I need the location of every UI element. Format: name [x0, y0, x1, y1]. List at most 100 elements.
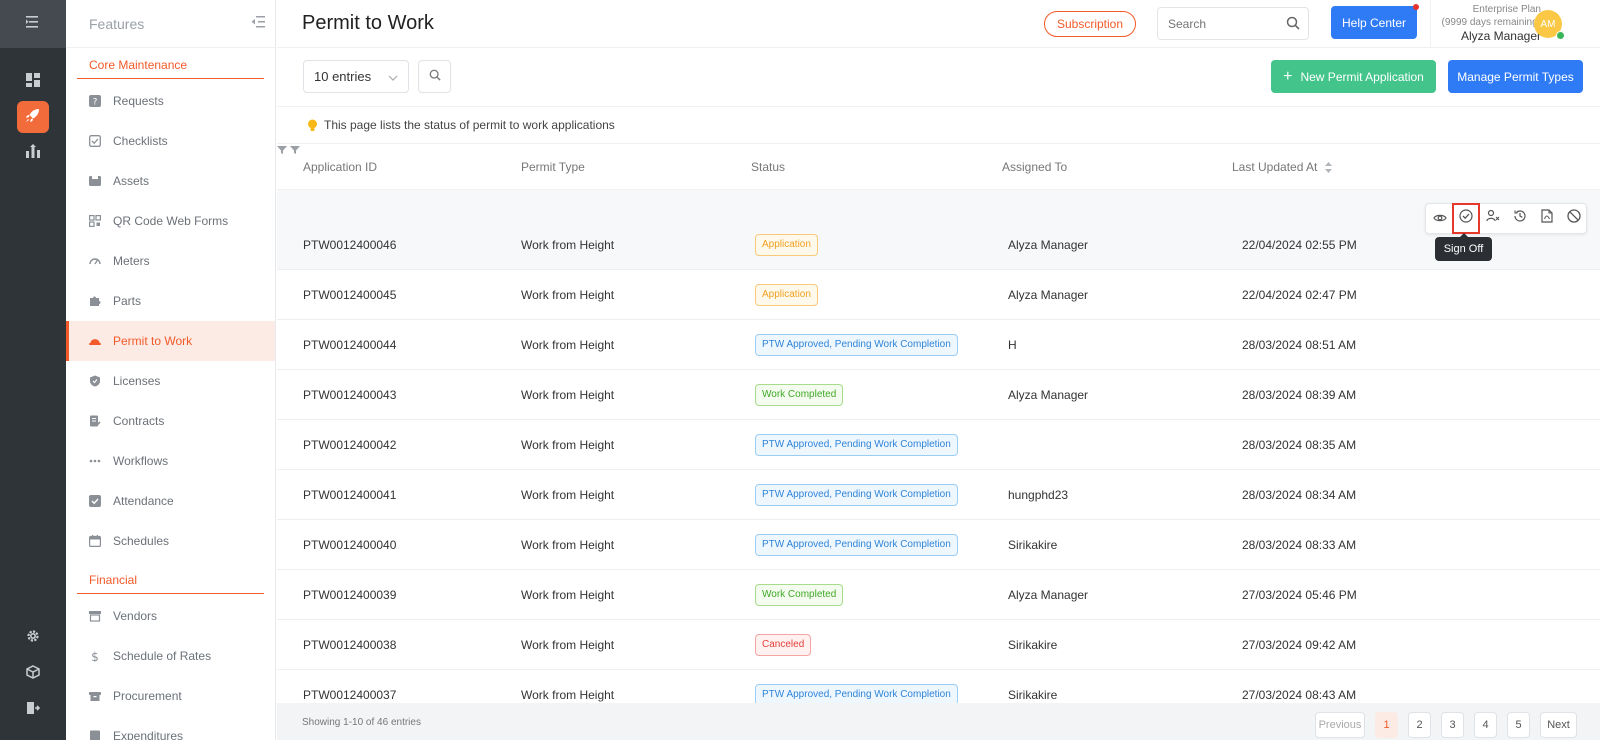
rail-dashboard-button[interactable]: [17, 66, 49, 98]
cell-status: PTW Approved, Pending Work Completion: [755, 420, 958, 470]
cell-last-updated: 28/03/2024 08:34 AM: [1242, 488, 1357, 502]
checklist-icon: [89, 135, 101, 147]
pdf-action[interactable]: [1534, 204, 1560, 233]
table-row[interactable]: PTW0012400043 Work from Height Work Comple…: [277, 370, 1600, 420]
expenditure-icon: [89, 730, 101, 740]
sidebar-item-assets[interactable]: Assets: [66, 161, 275, 201]
sidebar-core-list: ? Requests Checklists Assets QR Code Web For…: [66, 81, 275, 561]
sidebar-item-label: Schedules: [113, 534, 170, 548]
assign-user-icon: [1486, 209, 1500, 228]
sidebar-item-requests[interactable]: ? Requests: [66, 81, 275, 121]
cell-last-updated: 22/04/2024 02:55 PM: [1242, 238, 1357, 252]
status-badge: PTW Approved, Pending Work Completion: [755, 534, 958, 556]
sidebar-item-workflows[interactable]: Workflows: [66, 441, 275, 481]
sidebar-item-expenditures[interactable]: Expenditures: [66, 716, 275, 740]
rail-modules-button[interactable]: [17, 658, 49, 690]
search-input[interactable]: [1158, 8, 1273, 39]
asset-box-icon: [89, 175, 101, 187]
column-header-last-updated[interactable]: Last Updated At: [1232, 144, 1333, 190]
cell-status: Application: [755, 270, 818, 320]
sidebar-item-attendance[interactable]: Attendance: [66, 481, 275, 521]
sidebar-item-schedule-of-rates[interactable]: $ Schedule of Rates: [66, 636, 275, 676]
table-row[interactable]: PTW0012400042 Work from Height PTW Approve…: [277, 420, 1600, 470]
cell-last-updated: 27/03/2024 09:42 AM: [1242, 638, 1357, 652]
table-row[interactable]: PTW0012400040 Work from Height PTW Approve…: [277, 520, 1600, 570]
cell-application-id: PTW0012400046: [303, 238, 397, 252]
table-row[interactable]: PTW0012400038 Work from Height Canceled Sir…: [277, 620, 1600, 670]
cell-application-id: PTW0012400038: [303, 638, 397, 652]
rail-settings-button[interactable]: [17, 622, 49, 654]
sidebar-item-schedules[interactable]: Schedules: [66, 521, 275, 561]
sort-icon[interactable]: [1325, 161, 1333, 173]
status-badge: Work Completed: [755, 584, 844, 606]
pdf-file-icon: [1541, 209, 1553, 228]
features-sidebar: Features Core Maintenance ? Requests Check…: [66, 0, 276, 740]
plus-icon: +: [1283, 67, 1293, 85]
cancel-action[interactable]: [1561, 204, 1587, 233]
history-action[interactable]: [1507, 204, 1533, 233]
sidebar-item-procurement[interactable]: Procurement: [66, 676, 275, 716]
cell-assigned-to: H: [1008, 338, 1017, 352]
column-header-last-updated-label: Last Updated At: [1232, 160, 1318, 174]
assign-action[interactable]: [1480, 204, 1506, 233]
column-header-status[interactable]: Status: [751, 144, 785, 190]
user-name[interactable]: Alyza Manager: [1442, 29, 1541, 44]
sidebar-item-licenses[interactable]: Licenses: [66, 361, 275, 401]
column-header-assigned-to[interactable]: Assigned To: [1002, 144, 1067, 190]
search-icon: [429, 68, 441, 86]
rail-reports-button[interactable]: [17, 137, 49, 169]
table-search-button[interactable]: [418, 60, 451, 93]
column-header-permit-type[interactable]: Permit Type: [521, 144, 585, 190]
sidebar-item-meters[interactable]: Meters: [66, 241, 275, 281]
page-button-3[interactable]: 3: [1441, 712, 1464, 738]
sidebar-item-contracts[interactable]: Contracts: [66, 401, 275, 441]
cell-status: Work Completed: [755, 570, 844, 620]
notification-dot: [1413, 4, 1419, 10]
sidebar-item-checklists[interactable]: Checklists: [66, 121, 275, 161]
new-permit-application-button[interactable]: + New Permit Application: [1271, 60, 1436, 93]
cell-status: Work Completed: [755, 370, 844, 420]
view-action[interactable]: [1427, 204, 1453, 233]
cell-permit-type: Work from Height: [521, 438, 615, 452]
sidebar-item-vendors[interactable]: Vendors: [66, 596, 275, 636]
page-button-1[interactable]: 1: [1375, 712, 1398, 738]
table-row[interactable]: PTW0012400045 Work from Height Application…: [277, 270, 1600, 320]
next-page-button[interactable]: Next: [1540, 712, 1577, 738]
help-center-button[interactable]: Help Center: [1331, 6, 1417, 39]
collapse-sidebar-icon[interactable]: [251, 15, 265, 33]
table-row[interactable]: PTW0012400046 Work from Height Application…: [277, 220, 1600, 270]
page-button-5[interactable]: 5: [1507, 712, 1530, 738]
sidebar-item-parts[interactable]: Parts: [66, 281, 275, 321]
sign-off-action[interactable]: [1452, 203, 1480, 234]
attendance-check-icon: [89, 495, 101, 507]
rail-logout-button[interactable]: [17, 694, 49, 726]
cell-status: PTW Approved, Pending Work Completion: [755, 520, 958, 570]
table-row[interactable]: PTW0012400039 Work from Height Work Comple…: [277, 570, 1600, 620]
page-button-2[interactable]: 2: [1408, 712, 1431, 738]
cell-assigned-to: Alyza Manager: [1008, 588, 1089, 602]
previous-page-button[interactable]: Previous: [1315, 712, 1365, 738]
filter-icon[interactable]: [277, 144, 290, 158]
filter-icon[interactable]: [290, 144, 301, 158]
status-badge: PTW Approved, Pending Work Completion: [755, 434, 958, 456]
page-button-4[interactable]: 4: [1474, 712, 1497, 738]
table-row[interactable]: PTW0012400044 Work from Height PTW Approve…: [277, 320, 1600, 370]
cell-last-updated: 28/03/2024 08:35 AM: [1242, 438, 1357, 452]
sidebar-item-qr-code-web-forms[interactable]: QR Code Web Forms: [66, 201, 275, 241]
cell-application-id: PTW0012400041: [303, 488, 397, 502]
search-icon[interactable]: [1286, 16, 1300, 35]
cell-permit-type: Work from Height: [521, 638, 615, 652]
table-row[interactable]: PTW0012400041 Work from Height PTW Approve…: [277, 470, 1600, 520]
cell-application-id: PTW0012400043: [303, 388, 397, 402]
cell-permit-type: Work from Height: [521, 538, 615, 552]
subscription-button[interactable]: Subscription: [1044, 11, 1136, 37]
entries-select[interactable]: 10 entries: [303, 60, 409, 93]
cell-assigned-to: Sirikakire: [1008, 638, 1058, 652]
sidebar-item-label: Meters: [113, 254, 150, 268]
manage-permit-types-button[interactable]: Manage Permit Types: [1448, 60, 1583, 93]
cell-assigned-to: hungphd23: [1008, 488, 1069, 502]
rail-menu-toggle[interactable]: [0, 0, 66, 48]
rail-features-button[interactable]: [17, 101, 49, 133]
column-header-application-id[interactable]: Application ID: [303, 144, 377, 190]
sidebar-item-permit-to-work[interactable]: Permit to Work: [66, 321, 275, 361]
